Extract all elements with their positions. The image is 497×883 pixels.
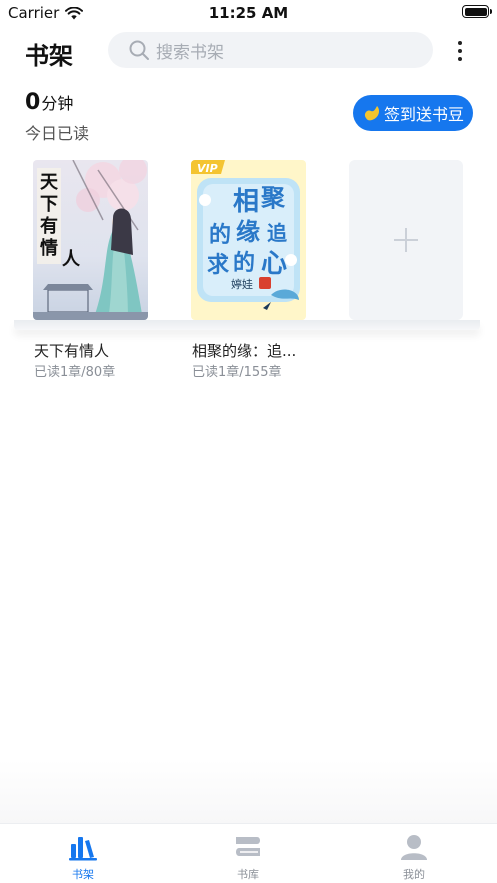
book-title[interactable]: 相聚的缘：追... — [192, 340, 310, 361]
book-progress: 已读1章/80章 — [34, 365, 116, 380]
signin-label: 签到送书豆 — [383, 105, 464, 124]
shelf-divider — [14, 320, 480, 330]
status-bar: Carrier 11:25 AM — [0, 0, 497, 26]
page-title: 书架 — [25, 42, 73, 70]
vip-badge: VIP — [197, 162, 218, 175]
svg-text:的: 的 — [233, 250, 255, 276]
svg-text:心: 心 — [261, 249, 287, 279]
bean-icon — [364, 106, 380, 121]
more-menu-button[interactable] — [450, 38, 470, 64]
book-cover-art: VIP 相 聚 的 缘 追 求 的 心 婷娃 — [191, 160, 306, 320]
status-time: 11:25 AM — [208, 4, 289, 22]
profile-icon — [401, 835, 427, 860]
book-title[interactable]: 天下有情人 — [34, 340, 152, 361]
svg-text:聚: 聚 — [260, 183, 286, 212]
tab-label: 书库 — [237, 868, 259, 881]
book-cover[interactable]: VIP 相 聚 的 缘 追 求 的 心 婷娃 — [191, 160, 306, 320]
tab-profile[interactable]: 我的 — [374, 832, 454, 882]
bookshelf-icon — [69, 837, 97, 861]
svg-text:追: 追 — [267, 221, 287, 245]
svg-text:有: 有 — [40, 215, 58, 237]
svg-text:相: 相 — [233, 187, 259, 217]
bottom-fade — [0, 760, 497, 823]
search-icon — [129, 40, 149, 60]
tab-library[interactable]: 书库 — [208, 832, 288, 882]
signin-button[interactable]: 签到送书豆 — [353, 95, 473, 131]
svg-text:求: 求 — [207, 252, 229, 278]
more-dot-icon — [458, 49, 462, 53]
tab-bar: 书架 书库 我的 — [0, 823, 497, 883]
svg-text:的: 的 — [209, 222, 231, 248]
svg-text:下: 下 — [40, 194, 58, 215]
add-book-button[interactable] — [349, 160, 463, 320]
more-dot-icon — [458, 41, 462, 45]
minutes-unit: 分钟 — [41, 94, 74, 113]
book-cover-title: 天 — [40, 172, 59, 193]
svg-text:婷娃: 婷娃 — [231, 277, 253, 291]
book-cover-art: 天 下 有 情 人 — [33, 160, 148, 320]
today-read-label: 今日已读 — [25, 124, 90, 143]
minutes-value: 0 — [25, 90, 41, 115]
plus-icon — [394, 228, 418, 252]
battery-icon — [462, 5, 492, 18]
svg-text:情: 情 — [40, 238, 58, 259]
more-dot-icon — [458, 57, 462, 61]
book-progress: 已读1章/155章 — [192, 365, 282, 380]
search-bar[interactable]: 搜索书架 — [108, 32, 433, 68]
svg-text:缘: 缘 — [236, 217, 260, 246]
tab-label: 我的 — [403, 868, 425, 881]
library-icon — [236, 837, 260, 856]
reading-minutes: 0分钟 — [25, 90, 73, 115]
header: 书架 搜索书架 — [0, 30, 497, 72]
tab-bookshelf[interactable]: 书架 — [43, 832, 123, 882]
svg-text:人: 人 — [62, 249, 81, 270]
search-placeholder: 搜索书架 — [156, 42, 224, 63]
book-cover[interactable]: 天 下 有 情 人 — [33, 160, 148, 320]
tab-label: 书架 — [72, 868, 94, 881]
